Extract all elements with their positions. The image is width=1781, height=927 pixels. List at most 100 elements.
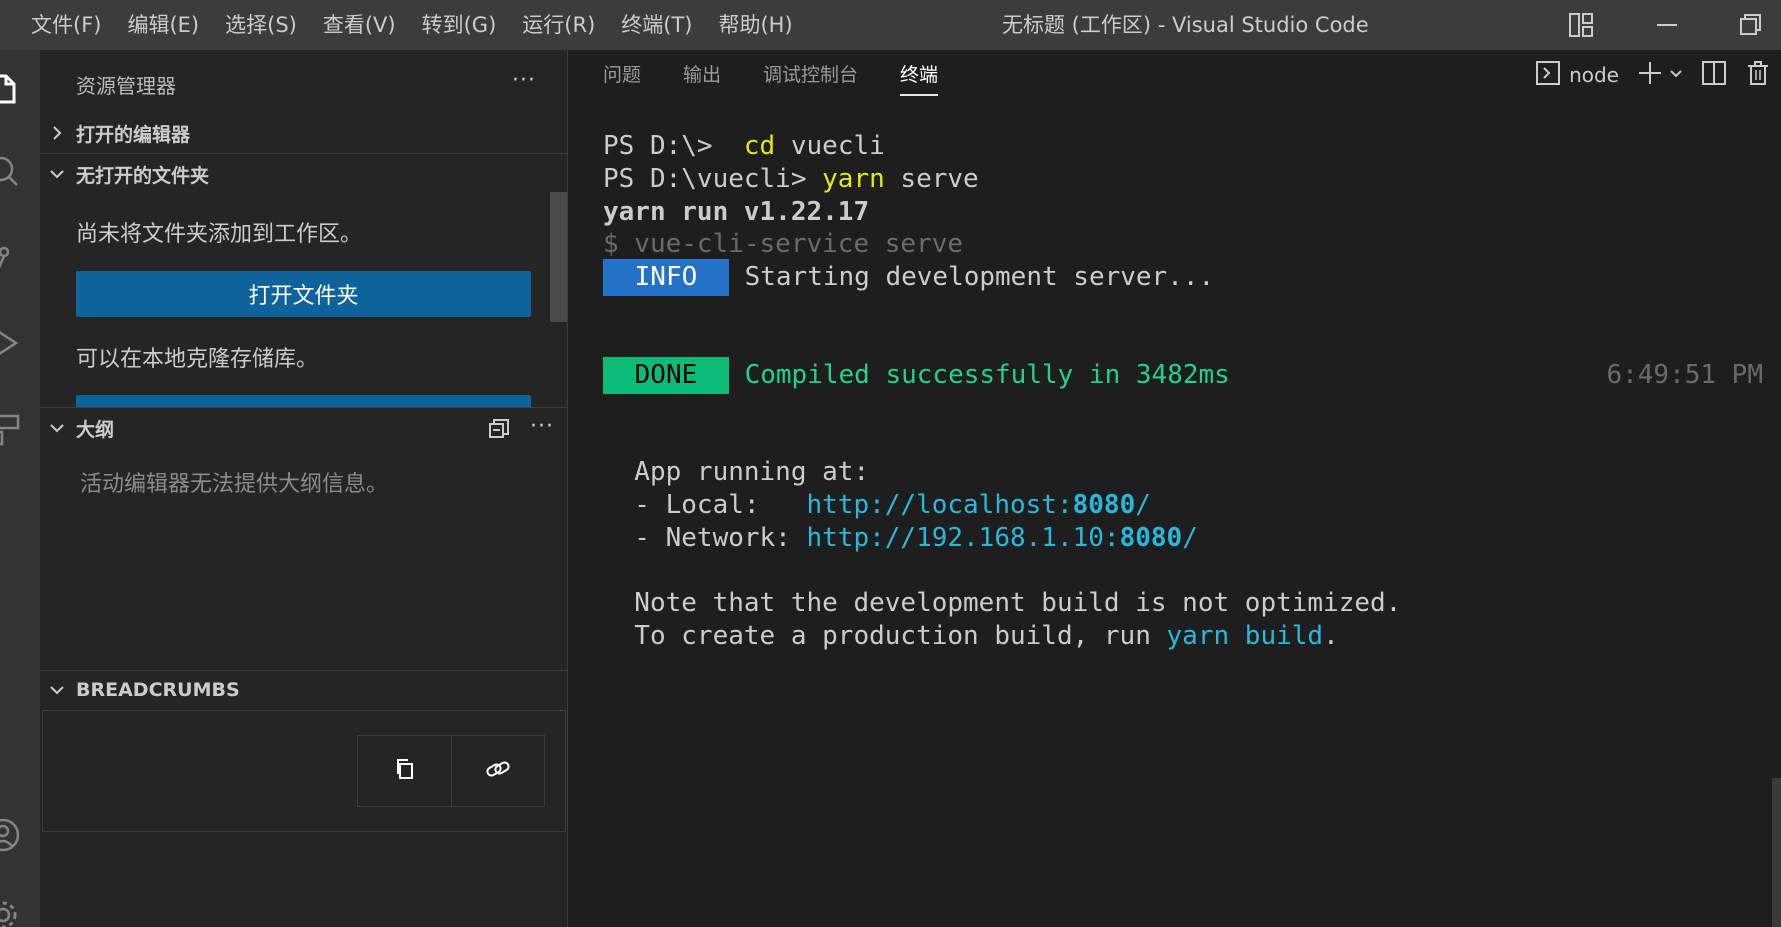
divider <box>40 153 568 154</box>
info-badge: INFO <box>603 259 729 296</box>
tab-output[interactable]: 输出 <box>683 50 721 100</box>
minimize-icon[interactable] <box>1652 10 1682 40</box>
terminal-line: DONE Compiled successfully in 3482ms 6:49… <box>603 357 1763 394</box>
panel-toolbar: node <box>1517 50 1771 100</box>
run-debug-icon[interactable] <box>0 326 20 360</box>
account-icon[interactable] <box>0 818 20 852</box>
terminal-line: PS D:\vuecli> yarn serve <box>603 161 979 198</box>
network-url-end[interactable]: / <box>1182 523 1198 553</box>
more-actions-icon[interactable]: ··· <box>530 414 554 439</box>
command: cd <box>744 131 775 161</box>
sidebar-scrollbar[interactable] <box>550 192 567 322</box>
layout-icon[interactable] <box>1566 10 1596 40</box>
done-badge: DONE <box>603 357 729 394</box>
note-text: To create a production build, run <box>603 621 1167 651</box>
outline-message: 活动编辑器无法提供大纲信息。 <box>80 466 388 498</box>
argument: vuecli <box>775 131 885 161</box>
local-url[interactable]: http://localhost: <box>807 490 1073 520</box>
sidebar-title: 资源管理器 <box>76 70 176 99</box>
link-button[interactable] <box>451 736 544 806</box>
panel-tabs: 问题 输出 调试控制台 终端 <box>603 50 980 100</box>
menu-run[interactable]: 运行(R) <box>509 0 608 50</box>
tab-debug-console[interactable]: 调试控制台 <box>763 50 858 100</box>
done-text: Compiled successfully in 3482ms <box>729 360 1230 390</box>
split-terminal-button[interactable] <box>1701 60 1727 90</box>
menu-help[interactable]: 帮助(H) <box>705 0 805 50</box>
terminal-line: To create a production build, run yarn b… <box>603 618 1339 655</box>
section-breadcrumbs-label: BREADCRUMBS <box>76 679 240 701</box>
window-title: 无标题 (工作区) - Visual Studio Code <box>1002 0 1369 50</box>
network-url[interactable]: http://192.168.1.10: <box>807 523 1120 553</box>
section-breadcrumbs[interactable]: BREADCRUMBS <box>40 671 568 709</box>
terminal-selector[interactable]: node <box>1535 60 1619 90</box>
panel: 问题 输出 调试控制台 终端 node <box>569 50 1781 927</box>
menu-bar: 文件(F) 编辑(E) 选择(S) 查看(V) 转到(G) 运行(R) 终端(T… <box>18 0 806 50</box>
more-actions-icon[interactable]: ··· <box>512 68 536 93</box>
title-bar: 文件(F) 编辑(E) 选择(S) 查看(V) 转到(G) 运行(R) 终端(T… <box>0 0 1781 50</box>
menu-selection[interactable]: 选择(S) <box>212 0 310 50</box>
chevron-right-icon <box>40 114 76 152</box>
terminal-line: App running at: <box>603 454 869 491</box>
tab-terminal[interactable]: 终端 <box>900 50 938 100</box>
tab-problems[interactable]: 问题 <box>603 50 641 100</box>
menu-edit[interactable]: 编辑(E) <box>114 0 212 50</box>
terminal-line: - Network: http://192.168.1.10:8080/ <box>603 520 1198 557</box>
chevron-down-icon[interactable] <box>1669 66 1683 85</box>
copy-icon <box>393 757 417 785</box>
section-no-folder-label: 无打开的文件夹 <box>76 161 209 188</box>
files-icon[interactable] <box>0 72 20 106</box>
terminal-line: $ vue-cli-service serve <box>603 226 963 263</box>
menu-view[interactable]: 查看(V) <box>310 0 409 50</box>
network-label: - Network: <box>603 523 807 553</box>
divider <box>40 407 568 408</box>
extensions-icon[interactable] <box>0 412 20 446</box>
terminal-icon <box>1535 60 1561 90</box>
terminal-scrollbar[interactable] <box>1772 778 1781 927</box>
local-label: - Local: <box>603 490 807 520</box>
clone-repository-button[interactable] <box>76 395 531 407</box>
manage-gear-icon[interactable] <box>0 898 20 927</box>
argument: serve <box>885 164 979 194</box>
prompt: PS D:\> <box>603 131 744 161</box>
kill-terminal-button[interactable] <box>1745 60 1771 90</box>
add-terminal-icon <box>1637 60 1663 90</box>
terminal-line: - Local: http://localhost:8080/ <box>603 487 1151 524</box>
activity-bar <box>0 50 40 927</box>
source-control-icon[interactable] <box>0 244 20 278</box>
terminal-line: Note that the development build is not o… <box>603 585 1401 622</box>
network-port[interactable]: 8080 <box>1120 523 1183 553</box>
copy-button[interactable] <box>358 736 451 806</box>
split-terminal-icon <box>1701 60 1727 90</box>
menu-terminal[interactable]: 终端(T) <box>608 0 705 50</box>
breadcrumbs-view <box>42 710 566 832</box>
menu-go[interactable]: 转到(G) <box>409 0 510 50</box>
local-port[interactable]: 8080 <box>1073 490 1136 520</box>
menu-file[interactable]: 文件(F) <box>18 0 114 50</box>
done-time: 6:49:51 PM <box>1606 357 1763 394</box>
terminal-line: PS D:\> cd vuecli <box>603 128 885 165</box>
explorer-sidebar: 资源管理器 ··· 打开的编辑器 无打开的文件夹 尚未将文件夹添加到工作区。 打… <box>40 50 568 927</box>
search-icon[interactable] <box>0 154 20 188</box>
chevron-down-icon <box>40 671 76 709</box>
section-outline-label: 大纲 <box>76 415 114 442</box>
restore-icon[interactable] <box>1736 10 1766 40</box>
collapse-all-icon[interactable] <box>487 417 511 445</box>
trash-icon <box>1745 60 1771 90</box>
open-folder-button[interactable]: 打开文件夹 <box>76 271 531 317</box>
link-icon <box>485 756 511 786</box>
note-end: . <box>1323 621 1339 651</box>
local-url-end[interactable]: / <box>1135 490 1151 520</box>
chevron-down-icon <box>40 409 76 447</box>
no-folder-message: 尚未将文件夹添加到工作区。 <box>76 216 362 248</box>
breadcrumbs-toolbar <box>357 735 545 807</box>
section-open-editors[interactable]: 打开的编辑器 <box>40 114 568 152</box>
clone-message: 可以在本地克隆存储库。 <box>76 341 318 373</box>
info-text: Starting development server... <box>729 262 1214 292</box>
section-open-editors-label: 打开的编辑器 <box>76 120 190 147</box>
section-no-folder[interactable]: 无打开的文件夹 <box>40 155 568 193</box>
add-terminal-button[interactable] <box>1637 60 1683 90</box>
terminal-line: INFO Starting development server... <box>603 259 1214 296</box>
terminal-name: node <box>1569 63 1619 87</box>
command: yarn <box>822 164 885 194</box>
prompt: PS D:\vuecli> <box>603 164 822 194</box>
